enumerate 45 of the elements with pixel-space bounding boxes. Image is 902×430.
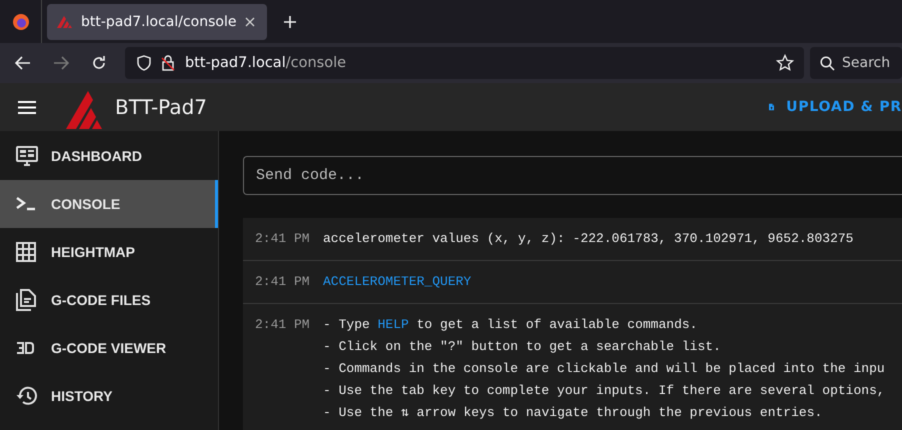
3d-icon bbox=[16, 342, 34, 354]
address-bar[interactable]: btt-pad7.local/console bbox=[125, 47, 804, 79]
command-link[interactable]: HELP bbox=[378, 317, 409, 332]
back-icon[interactable] bbox=[15, 56, 31, 70]
browser-logo-icon bbox=[12, 12, 30, 30]
tab-title: btt-pad7.local/console bbox=[81, 14, 237, 30]
history-icon bbox=[16, 386, 38, 406]
monitor-icon bbox=[16, 146, 38, 166]
timestamp: 2:41 PM bbox=[255, 273, 311, 291]
browser-tab[interactable]: btt-pad7.local/console bbox=[47, 4, 267, 40]
new-tab-icon[interactable] bbox=[284, 16, 296, 28]
site-logo-icon bbox=[57, 16, 73, 28]
command-link[interactable]: ACCELEROMETER_QUERY bbox=[323, 274, 472, 289]
insecure-lock-icon bbox=[161, 55, 175, 71]
timestamp: 2:41 PM bbox=[255, 316, 311, 334]
prompt-icon bbox=[16, 197, 36, 211]
documents-icon bbox=[16, 289, 36, 311]
console-text: to get a list of available commands. bbox=[416, 317, 698, 332]
console-text: - Use the tab key to complete your inputs. If there are several options, bbox=[323, 383, 885, 398]
console-text: - Type bbox=[323, 317, 371, 332]
sidebar-item[interactable]: CONSOLE bbox=[0, 180, 218, 228]
star-icon[interactable] bbox=[776, 54, 794, 72]
reload-icon[interactable] bbox=[91, 55, 107, 71]
send-code-field[interactable]: Send code... bbox=[243, 156, 902, 195]
grid-icon bbox=[16, 242, 36, 262]
search-field[interactable]: Search bbox=[810, 47, 902, 79]
sidebar-item[interactable]: G-CODE FILES bbox=[0, 276, 218, 324]
shield-icon bbox=[137, 55, 151, 71]
url-text: btt-pad7.local/console bbox=[185, 55, 348, 71]
timestamp: 2:41 PM bbox=[255, 230, 311, 248]
sidebar-item[interactable]: DASHBOARD bbox=[0, 132, 218, 180]
menu-icon[interactable] bbox=[18, 100, 36, 114]
sidebar-item[interactable]: G-CODE VIEWER bbox=[0, 324, 218, 372]
app-title: BTT-Pad7 bbox=[115, 95, 208, 119]
forward-icon[interactable] bbox=[53, 56, 69, 70]
search-icon bbox=[820, 56, 835, 70]
console-text: - Click on the "?" button to get a searchable list. bbox=[323, 339, 721, 354]
logo-icon bbox=[66, 91, 104, 129]
console-text: - Commands in the console are clickable and will be placed into the inpu bbox=[323, 361, 885, 376]
console-text: - Use the ⇅ arrow keys to navigate through the previous entries. bbox=[323, 405, 822, 420]
sidebar-item[interactable]: HISTORY bbox=[0, 372, 218, 420]
sidebar-item[interactable]: HEIGHTMAP bbox=[0, 228, 218, 276]
upload-and-print-button[interactable]: UPLOAD & PR bbox=[769, 97, 902, 117]
console-text: accelerometer values (x, y, z): -222.061783, 370.102971, 9652.803275 bbox=[323, 231, 854, 246]
close-icon[interactable] bbox=[245, 16, 255, 26]
